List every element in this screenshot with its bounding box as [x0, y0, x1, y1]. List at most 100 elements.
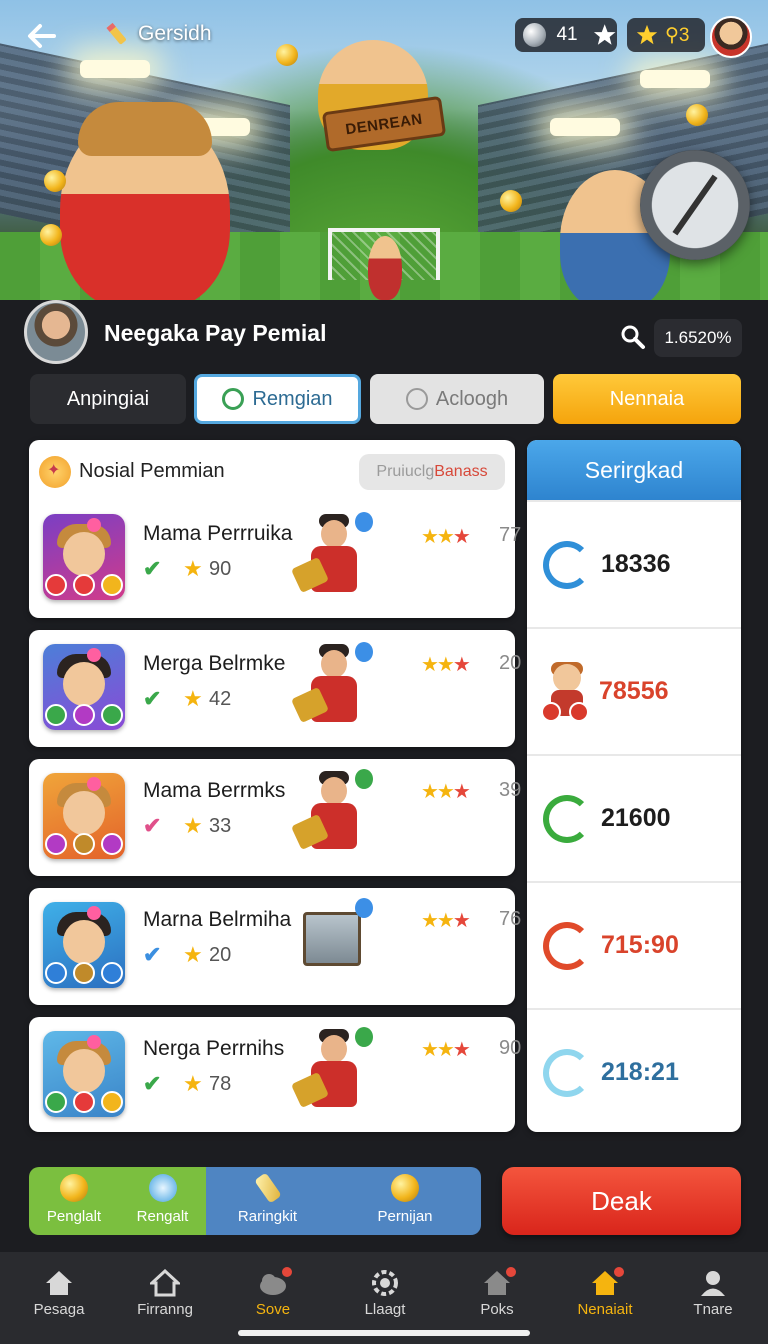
action-rengalt[interactable]: Rengalt [119, 1167, 206, 1235]
rating-stars: ★★★ [421, 654, 471, 676]
player-avatar[interactable] [24, 300, 88, 364]
star-icon: ★ [183, 813, 203, 838]
star-add-icon[interactable] [592, 22, 617, 48]
item-level: 90 [209, 558, 232, 580]
stat-row[interactable]: 18336 [527, 500, 741, 627]
item-score: 20 [499, 652, 522, 674]
stadium-light [550, 118, 620, 136]
action-label: Rengalt [136, 1208, 189, 1225]
rating-stars: ★★★ [421, 781, 471, 803]
stat-value: 21600 [601, 804, 671, 832]
nav-item-pesaga[interactable]: Pesaga [4, 1252, 114, 1318]
star-icon: ★ [183, 686, 203, 711]
action-pernijan[interactable]: Pernijan [329, 1167, 481, 1235]
search-field[interactable]: 1.6520% [654, 319, 742, 357]
tab-acloogh[interactable]: Acloogh [370, 374, 544, 424]
stat-row[interactable]: 21600 [527, 754, 741, 881]
user-avatar[interactable] [710, 16, 752, 58]
notification-dot [282, 1267, 292, 1277]
nav-item-tnare[interactable]: Tnare [658, 1252, 768, 1318]
notification-dot [506, 1267, 516, 1277]
deal-button[interactable]: Deak [502, 1167, 741, 1235]
player-figure [290, 512, 377, 600]
action-raringkit[interactable]: Raringkit [206, 1167, 329, 1235]
check-icon: ✔ [143, 556, 162, 581]
player-figure [290, 642, 377, 730]
hero-character-icon [541, 661, 593, 722]
list-card: Nosial Pemmian Pruiuclg Banass Mama Perr… [29, 440, 521, 618]
gear-icon [372, 1270, 398, 1296]
nav-item-nenaiait[interactable]: Nenaiait [550, 1252, 660, 1318]
star-counter[interactable]: ⚲3 [627, 18, 705, 52]
character-portrait [43, 644, 125, 730]
stat-value: 715:90 [601, 931, 679, 959]
stat-row[interactable]: 218:21 [527, 1008, 741, 1132]
tab-anpingiai[interactable]: Anpingiai [30, 374, 186, 424]
refresh-icon [543, 794, 591, 843]
person-icon [701, 1271, 725, 1296]
nav-label: Firranng [137, 1301, 193, 1318]
star-count: ⚲3 [665, 24, 690, 46]
house-badge-icon [482, 1267, 516, 1297]
item-name: Marna Belrmiha [143, 908, 292, 931]
stat-row[interactable]: 78556 [527, 627, 741, 754]
coin-icon [60, 1174, 88, 1202]
rating-stars: ★★★ [421, 910, 471, 932]
tab-remgian[interactable]: Remgian [194, 374, 361, 424]
tab-nennaia[interactable]: Nennaia [553, 374, 741, 424]
gem-count: 41 [556, 24, 578, 45]
list-item[interactable]: Mama Perrruika ✔ ★ 90 ★★★ 77 [29, 500, 521, 616]
list-item[interactable]: Nerga Perrnihs ✔ ★ 78 ★★★ 90 [29, 1017, 521, 1133]
item-score: 39 [499, 779, 522, 801]
star-icon [636, 24, 658, 45]
check-icon: ✔ [143, 942, 162, 967]
promo-highlight: Banass [434, 463, 488, 480]
item-name: Nerga Perrnihs [143, 1037, 285, 1060]
back-arrow-icon[interactable] [24, 20, 60, 52]
character-portrait [43, 902, 125, 988]
nav-label: Tnare [693, 1301, 733, 1318]
check-icon: ✔ [143, 686, 162, 711]
coin-icon [686, 104, 708, 126]
coin-icon [391, 1174, 419, 1202]
gem-icon [523, 23, 547, 47]
hero-character-left [60, 102, 230, 310]
list-item[interactable]: Marna Belrmiha ✔ ★ 20 ★★★ 76 [29, 888, 521, 1004]
nav-label: Poks [480, 1301, 514, 1318]
nav-item-firranng[interactable]: Firranng [110, 1252, 220, 1318]
list-card: Nerga Perrnihs ✔ ★ 78 ★★★ 90 [29, 1017, 521, 1133]
stat-row[interactable]: 715:90 [527, 881, 741, 1008]
refresh-icon [543, 1048, 591, 1097]
nav-item-sove[interactable]: Sove [218, 1252, 328, 1318]
list-item[interactable]: Mama Berrmks ✔ ★ 33 ★★★ 39 [29, 759, 521, 875]
star-icon: ★ [183, 1071, 203, 1096]
item-level: 78 [209, 1073, 232, 1095]
home-indicator[interactable] [238, 1330, 530, 1336]
nav-item-poks[interactable]: Poks [442, 1252, 552, 1318]
star-icon: ★ [183, 942, 203, 967]
action-penglalt[interactable]: Penglalt [29, 1167, 119, 1235]
gem-counter[interactable]: 41 [515, 18, 617, 52]
player-figure [290, 769, 377, 857]
character-portrait [43, 773, 125, 859]
stadium-light [640, 70, 710, 88]
list-item[interactable]: Merga Belrmke ✔ ★ 42 ★★★ 20 [29, 630, 521, 746]
nav-item-llaagt[interactable]: Llaagt [330, 1252, 440, 1318]
list-card: Mama Berrmks ✔ ★ 33 ★★★ 39 [29, 759, 521, 876]
check-icon: ✔ [143, 813, 162, 838]
refresh-icon [543, 921, 591, 970]
action-label: Pernijan [377, 1208, 433, 1225]
promo-button[interactable]: Pruiuclg Banass [359, 454, 505, 490]
target-icon [222, 388, 245, 410]
check-icon: ✔ [143, 1071, 162, 1096]
circle-icon [405, 388, 428, 410]
coin-icon [500, 190, 522, 212]
refresh-icon [543, 540, 591, 589]
tab-label: Remgian [252, 387, 333, 410]
nav-label: Sove [255, 1301, 291, 1318]
tab-label: Acloogh [435, 387, 509, 410]
emblem-icon [39, 456, 71, 488]
treasure-crate-icon [291, 898, 377, 986]
item-score: 77 [499, 524, 522, 546]
search-icon[interactable] [620, 324, 646, 350]
